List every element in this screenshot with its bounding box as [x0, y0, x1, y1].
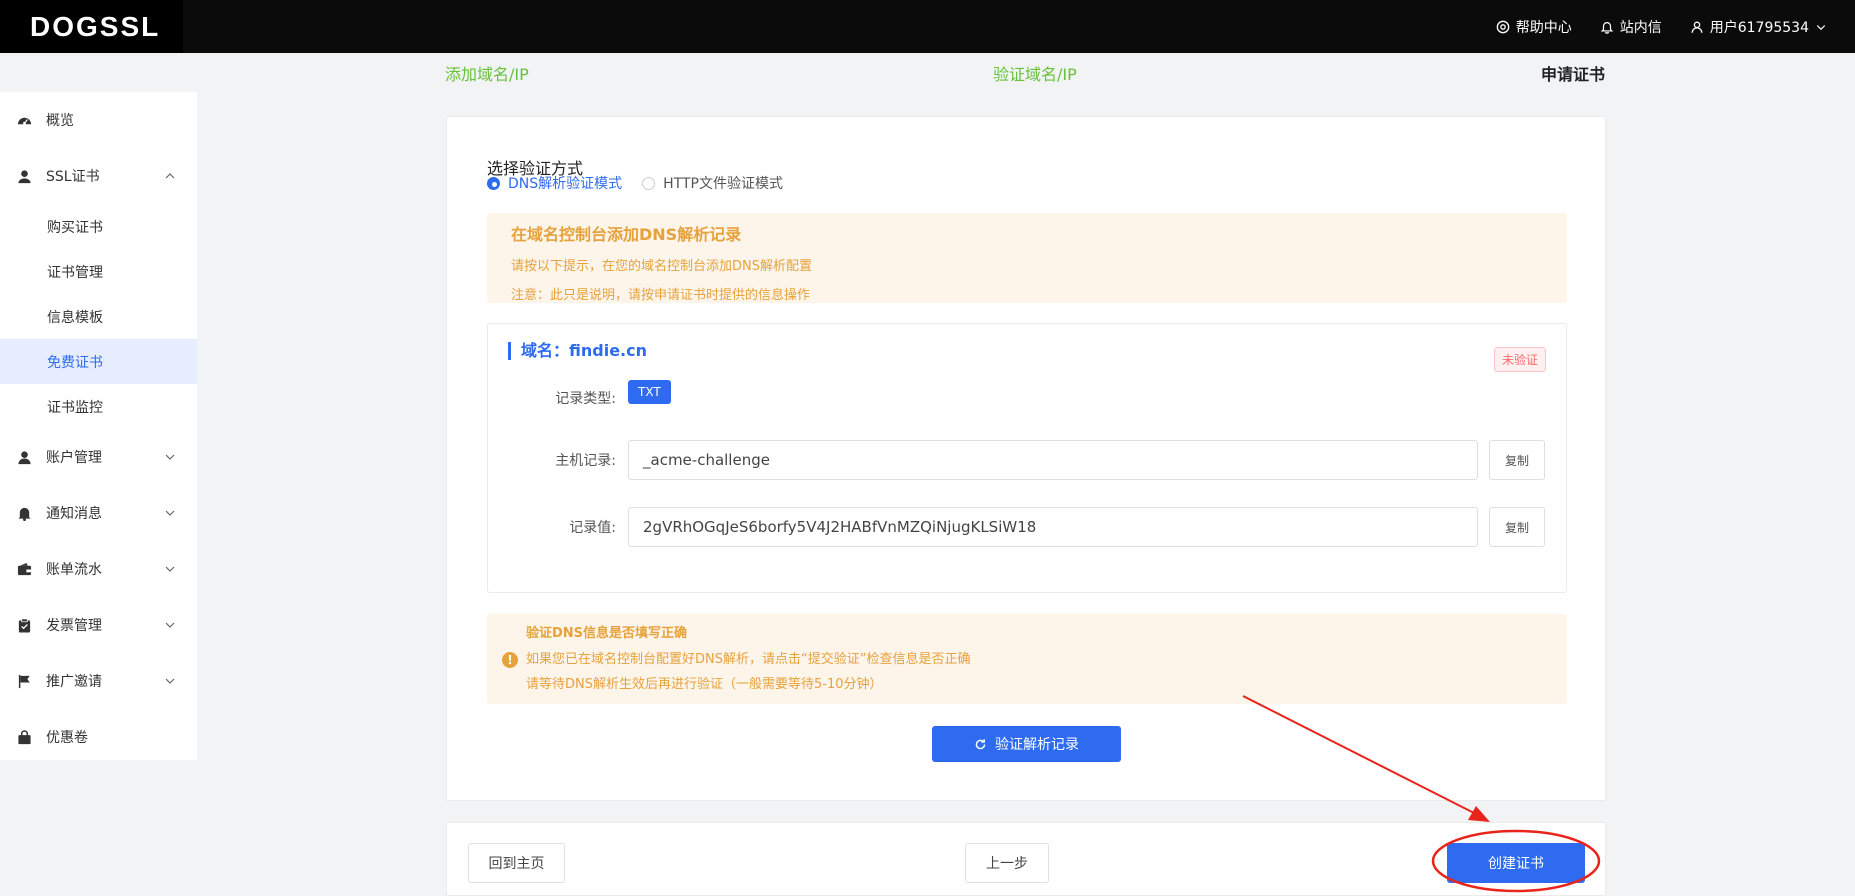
radio-label: DNS解析验证模式 — [508, 176, 623, 192]
step-apply-cert: 申请证书 — [1541, 65, 1606, 84]
logo-text: DOGSSL — [30, 10, 161, 42]
help-center-link[interactable]: 帮助中心 — [1496, 17, 1572, 37]
sidebar-item-label: 账户管理 — [46, 450, 102, 466]
chevron-down-icon — [165, 678, 175, 684]
chevron-up-icon — [165, 173, 175, 179]
radio-dns-mode[interactable]: DNS解析验证模式 — [487, 173, 622, 193]
domain-record-box: 域名：findie.cn 未验证 记录类型: TXT 主机记录: _acme-c… — [487, 323, 1567, 593]
bell-icon — [1600, 21, 1614, 34]
radio-label: HTTP文件验证模式 — [663, 176, 783, 192]
bag-icon — [17, 729, 32, 745]
verify-record-button[interactable]: 验证解析记录 — [932, 726, 1121, 762]
top-bar: DOGSSL 帮助中心 站内信 用户61795534 — [0, 0, 1855, 53]
chevron-down-icon — [165, 510, 175, 516]
help-center-label: 帮助中心 — [1515, 19, 1572, 36]
chevron-down-icon — [165, 622, 175, 628]
notice-title: 在域名控制台添加DNS解析记录 — [511, 225, 742, 244]
bell-icon — [17, 506, 32, 521]
step-verify-domain: 验证域名/IP — [993, 65, 1077, 84]
prev-step-button[interactable]: 上一步 — [965, 843, 1049, 883]
sidebar-item-invoice[interactable]: 发票管理 — [0, 597, 197, 653]
annotation-arrowhead — [1468, 806, 1490, 822]
chevron-down-icon — [165, 566, 175, 572]
inbox-label: 站内信 — [1619, 19, 1662, 36]
notice-line: 注意：此只是说明，请按申请证书时提供的信息操作 — [511, 288, 811, 303]
record-value-text: 2gVRhOGqJeS6borfy5V4J2HABfVnMZQiNjugKLSi… — [643, 518, 1037, 536]
domain-title: 域名：findie.cn — [508, 342, 647, 360]
sidebar-item-coupon[interactable]: 优惠卷 — [0, 709, 197, 765]
create-cert-button[interactable]: 创建证书 — [1447, 843, 1585, 883]
warning-line: 如果您已在域名控制台配置好DNS解析，请点击“提交验证”检查信息是否正确 — [526, 652, 971, 667]
sidebar-sub-free-cert[interactable]: 免费证书 — [0, 339, 197, 384]
chevron-down-icon — [1816, 24, 1826, 30]
sidebar-sub-cert-monitor[interactable]: 证书监控 — [0, 384, 197, 429]
flag-icon — [17, 674, 32, 689]
verify-mode-group: DNS解析验证模式 HTTP文件验证模式 — [487, 173, 783, 193]
bottom-actions: 回到主页 上一步 创建证书 — [446, 822, 1606, 896]
sidebar-sub-buy-cert[interactable]: 购买证书 — [0, 204, 197, 249]
sidebar-item-referral[interactable]: 推广邀请 — [0, 653, 197, 709]
top-right-menu: 帮助中心 站内信 用户61795534 — [1496, 0, 1827, 53]
radio-checked-icon — [487, 176, 500, 190]
logo[interactable]: DOGSSL — [0, 0, 183, 53]
sidebar: 概览 SSL证书 购买证书 证书管理 信息模板 免费证书 证书监控 账户管理 通… — [0, 92, 197, 760]
sidebar-sub-cert-manage[interactable]: 证书管理 — [0, 249, 197, 294]
back-home-button[interactable]: 回到主页 — [468, 843, 565, 883]
host-record-label: 主机记录: — [555, 453, 616, 469]
sidebar-item-label: 发票管理 — [46, 618, 102, 634]
wallet-icon — [17, 562, 32, 577]
sidebar-item-notifications[interactable]: 通知消息 — [0, 485, 197, 541]
chevron-down-icon — [165, 454, 175, 460]
sidebar-item-overview[interactable]: 概览 — [0, 92, 197, 148]
record-value-field[interactable]: 2gVRhOGqJeS6borfy5V4J2HABfVnMZQiNjugKLSi… — [628, 507, 1478, 547]
sidebar-item-label: 优惠卷 — [46, 730, 88, 746]
record-type-tag: TXT — [628, 380, 671, 404]
dashboard-icon — [17, 113, 32, 128]
user-menu[interactable]: 用户61795534 — [1690, 17, 1827, 37]
sidebar-item-label: 通知消息 — [46, 506, 102, 522]
verify-record-label: 验证解析记录 — [995, 737, 1079, 753]
sidebar-item-billing[interactable]: 账单流水 — [0, 541, 197, 597]
host-record-value: _acme-challenge — [643, 451, 770, 469]
status-badge: 未验证 — [1493, 347, 1546, 372]
sidebar-item-label: SSL证书 — [46, 169, 100, 185]
user-cert-icon — [17, 169, 32, 184]
user-icon — [1691, 21, 1703, 33]
sidebar-item-ssl[interactable]: SSL证书 — [0, 148, 197, 204]
sidebar-sub-info-template[interactable]: 信息模板 — [0, 294, 197, 339]
user-name: 用户61795534 — [1709, 19, 1809, 36]
record-type-label: 记录类型: — [555, 391, 616, 407]
sidebar-item-label: 账单流水 — [46, 562, 102, 578]
warning-title: 验证DNS信息是否填写正确 — [526, 626, 688, 641]
clipboard-icon — [17, 618, 32, 633]
sidebar-item-account[interactable]: 账户管理 — [0, 429, 197, 485]
verify-card: 选择验证方式 DNS解析验证模式 HTTP文件验证模式 在域名控制台添加DNS解… — [446, 116, 1606, 801]
warning-line: 请等待DNS解析生效后再进行验证（一般需要等待5-10分钟） — [526, 677, 883, 692]
sidebar-item-label: 推广邀请 — [46, 674, 102, 690]
record-value-label: 记录值: — [569, 520, 616, 536]
notice-line: 请按以下提示，在您的域名控制台添加DNS解析配置 — [511, 259, 812, 274]
warning-icon: ! — [502, 652, 518, 668]
inbox-link[interactable]: 站内信 — [1600, 17, 1662, 37]
copy-value-button[interactable]: 复制 — [1489, 507, 1545, 547]
radio-http-mode[interactable]: HTTP文件验证模式 — [642, 173, 783, 193]
refresh-icon — [975, 738, 986, 749]
step-add-domain: 添加域名/IP — [445, 65, 529, 84]
dns-notice: 在域名控制台添加DNS解析记录 请按以下提示，在您的域名控制台添加DNS解析配置… — [487, 213, 1567, 303]
help-icon — [1496, 20, 1510, 33]
verify-warning: ! 验证DNS信息是否填写正确 如果您已在域名控制台配置好DNS解析，请点击“提… — [487, 614, 1567, 704]
sidebar-item-label: 概览 — [46, 113, 74, 129]
person-icon — [17, 450, 32, 465]
copy-host-button[interactable]: 复制 — [1489, 440, 1545, 480]
host-record-field[interactable]: _acme-challenge — [628, 440, 1478, 480]
radio-unchecked-icon — [642, 176, 656, 190]
